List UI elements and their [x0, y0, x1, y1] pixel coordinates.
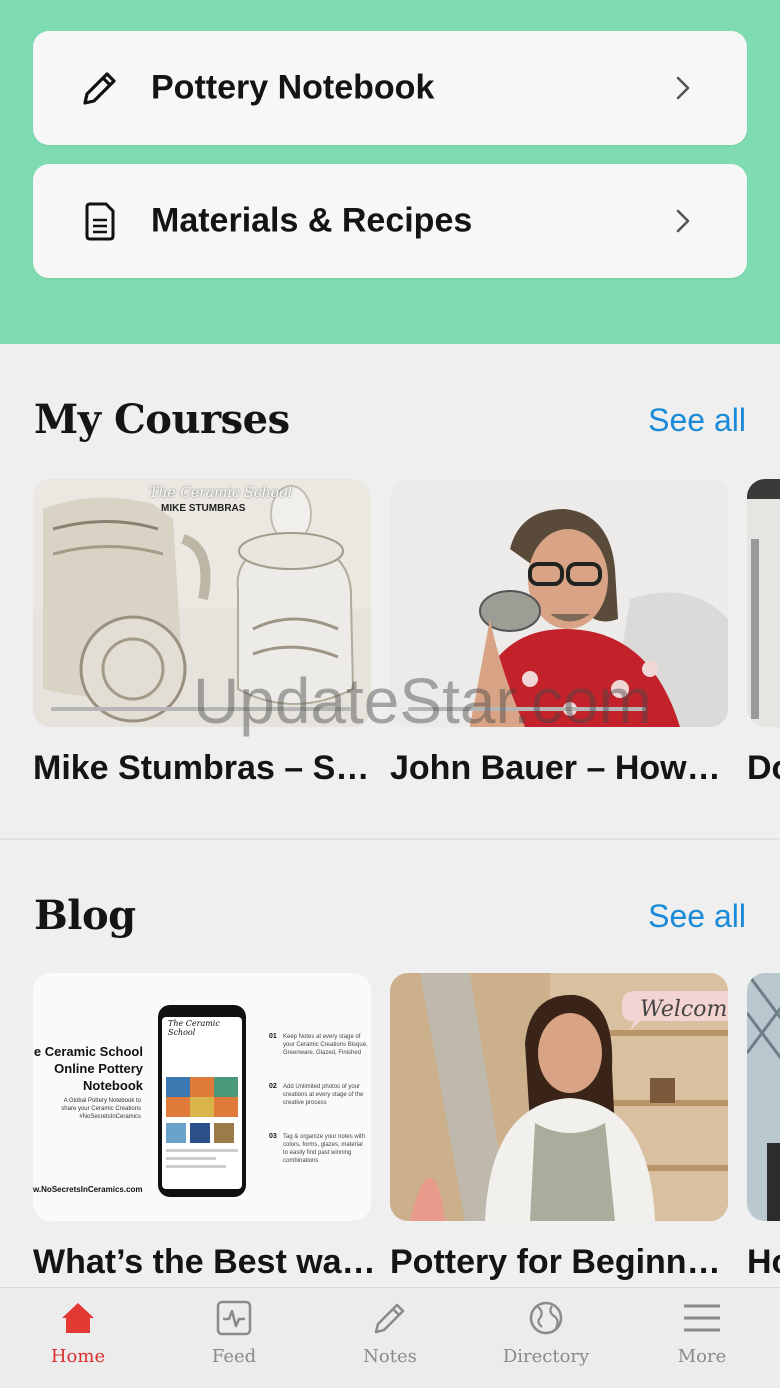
- course-title[interactable]: Mike Stumbras – S…: [33, 749, 373, 788]
- blog-title: Blog: [34, 892, 136, 939]
- materials-recipes-label: Materials & Recipes: [151, 201, 473, 240]
- nav-notes[interactable]: Notes: [312, 1288, 468, 1388]
- pencil-icon: [83, 72, 116, 105]
- blog-title[interactable]: Pottery for Beginn…: [390, 1243, 730, 1282]
- globe-icon: [529, 1301, 563, 1335]
- nav-directory-label: Directory: [502, 1346, 590, 1367]
- nav-feed[interactable]: Feed: [156, 1288, 312, 1388]
- pottery-notebook-card[interactable]: Pottery Notebook: [33, 31, 747, 145]
- promo-steps: 01 Keep Notes at every stage of your Cer…: [269, 1033, 368, 1164]
- chevron-right-icon: [676, 76, 690, 100]
- phone-mockup: The Ceramic School: [158, 1005, 246, 1197]
- home-icon: [62, 1303, 94, 1333]
- pencil-icon: [374, 1303, 405, 1334]
- course-thumbnail-john-bauer[interactable]: [390, 479, 728, 727]
- course-thumbnail-partial[interactable]: [747, 479, 780, 727]
- course-thumbnail-mike-stumbras[interactable]: The Ceramic School MIKE STUMBRAS: [33, 479, 371, 727]
- blog-title[interactable]: Ho: [747, 1243, 780, 1282]
- nav-home[interactable]: Home: [0, 1288, 156, 1388]
- courses-header: My Courses See all: [34, 396, 746, 456]
- blog-see-all-link[interactable]: See all: [648, 898, 746, 935]
- bottom-navigation: Home Feed Notes Directory More: [0, 1287, 780, 1388]
- course-title[interactable]: Do: [747, 749, 780, 788]
- promo-subtext: A Global Pottery Notebook to share your …: [61, 1098, 141, 1120]
- nav-notes-label: Notes: [363, 1346, 417, 1367]
- nav-more-label: More: [677, 1346, 727, 1367]
- phone-brand: The Ceramic School: [168, 1019, 220, 1037]
- menu-icon: [684, 1304, 720, 1332]
- activity-icon: [216, 1300, 252, 1336]
- blog-thumbnail-partial[interactable]: [747, 973, 780, 1221]
- nav-more[interactable]: More: [624, 1288, 780, 1388]
- promo-heading: e Ceramic School Online Pottery Notebook: [33, 1044, 143, 1093]
- nav-home-label: Home: [50, 1346, 106, 1367]
- promo-url: w.NoSecretsInCeramics.com: [33, 1185, 143, 1194]
- blog-thumbnail-notebook[interactable]: e Ceramic School Online Pottery Notebook…: [33, 973, 371, 1221]
- nav-feed-label: Feed: [211, 1346, 257, 1367]
- welcome-overlay-text: Welcom: [640, 997, 728, 1022]
- course-overlay-brand: The Ceramic School: [149, 485, 292, 501]
- course-overlay-name: MIKE STUMBRAS: [161, 503, 246, 514]
- course-title[interactable]: John Bauer – How…: [390, 749, 730, 788]
- section-divider: [0, 838, 780, 840]
- pottery-notebook-label: Pottery Notebook: [151, 68, 435, 107]
- courses-title: My Courses: [34, 396, 290, 443]
- materials-recipes-card[interactable]: Materials & Recipes: [33, 164, 747, 278]
- chevron-right-icon: [676, 209, 690, 233]
- nav-directory[interactable]: Directory: [468, 1288, 624, 1388]
- blog-header: Blog See all: [34, 892, 746, 952]
- blog-thumbnail-pottery-beginners[interactable]: Welcom: [390, 973, 728, 1221]
- blog-title[interactable]: What’s the Best wa…: [33, 1243, 373, 1282]
- courses-see-all-link[interactable]: See all: [648, 402, 746, 439]
- document-icon: [85, 202, 115, 241]
